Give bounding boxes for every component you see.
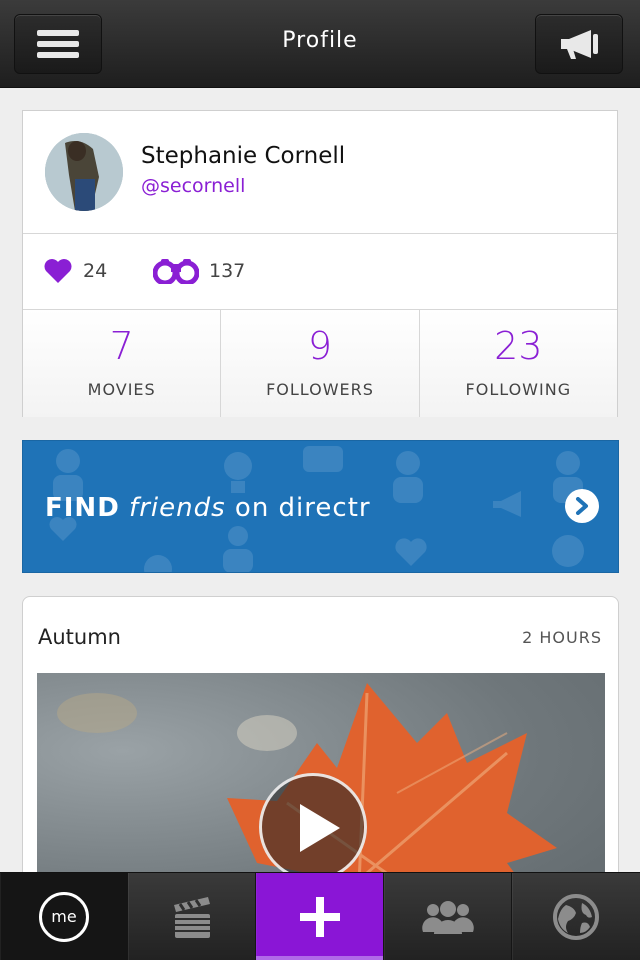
stat-following[interactable]: 23 FOLLOWING	[420, 310, 617, 417]
play-icon	[300, 804, 340, 852]
stat-movies[interactable]: 7 MOVIES	[23, 310, 222, 417]
megaphone-icon	[561, 30, 598, 59]
tab-me[interactable]: me	[0, 873, 128, 960]
me-icon: me	[39, 892, 89, 942]
find-friends-banner[interactable]: FIND friends on directr	[22, 440, 619, 573]
post-title: Autumn	[38, 625, 121, 649]
profile-name: Stephanie Cornell	[141, 143, 346, 169]
bottom-tab-bar: me	[0, 872, 640, 960]
stat-label: FOLLOWING	[465, 380, 572, 399]
tab-people[interactable]	[384, 873, 512, 960]
announce-button[interactable]	[535, 14, 623, 74]
banner-friends: friends	[129, 493, 226, 523]
people-icon	[421, 901, 474, 934]
chevron-right-icon	[576, 497, 588, 515]
stat-label: FOLLOWERS	[266, 380, 374, 399]
stat-value: 9	[307, 324, 333, 368]
banner-text: FIND friends on directr	[45, 493, 371, 523]
avatar[interactable]	[45, 133, 123, 211]
play-button[interactable]	[259, 773, 367, 881]
top-bar: Profile	[0, 0, 640, 88]
tab-explore[interactable]	[512, 873, 640, 960]
tab-add[interactable]	[256, 873, 384, 960]
divider	[23, 233, 617, 234]
banner-find: FIND	[45, 493, 120, 523]
profile-card: Stephanie Cornell @secornell 24 137 7 MO…	[22, 110, 618, 417]
profile-handle[interactable]: @secornell	[141, 175, 245, 197]
post-time: 2 HOURS	[522, 628, 602, 647]
banner-go-button[interactable]	[565, 489, 599, 523]
tab-movies[interactable]	[128, 873, 256, 960]
views-stat[interactable]: 137	[153, 256, 245, 286]
views-count: 137	[209, 260, 246, 282]
clapperboard-icon	[173, 897, 210, 938]
likes-stat[interactable]: 24	[43, 256, 107, 286]
likes-count: 24	[83, 260, 108, 282]
stat-label: MOVIES	[87, 380, 156, 399]
stat-value: 7	[109, 324, 134, 368]
plus-icon	[299, 897, 340, 937]
heart-icon	[44, 259, 72, 283]
banner-suffix: on directr	[234, 493, 371, 523]
stat-value: 23	[494, 324, 543, 368]
binoculars-icon	[153, 259, 199, 284]
globe-icon	[553, 894, 599, 940]
profile-stats: 7 MOVIES 9 FOLLOWERS 23 FOLLOWING	[23, 309, 617, 417]
stat-followers[interactable]: 9 FOLLOWERS	[221, 310, 420, 417]
